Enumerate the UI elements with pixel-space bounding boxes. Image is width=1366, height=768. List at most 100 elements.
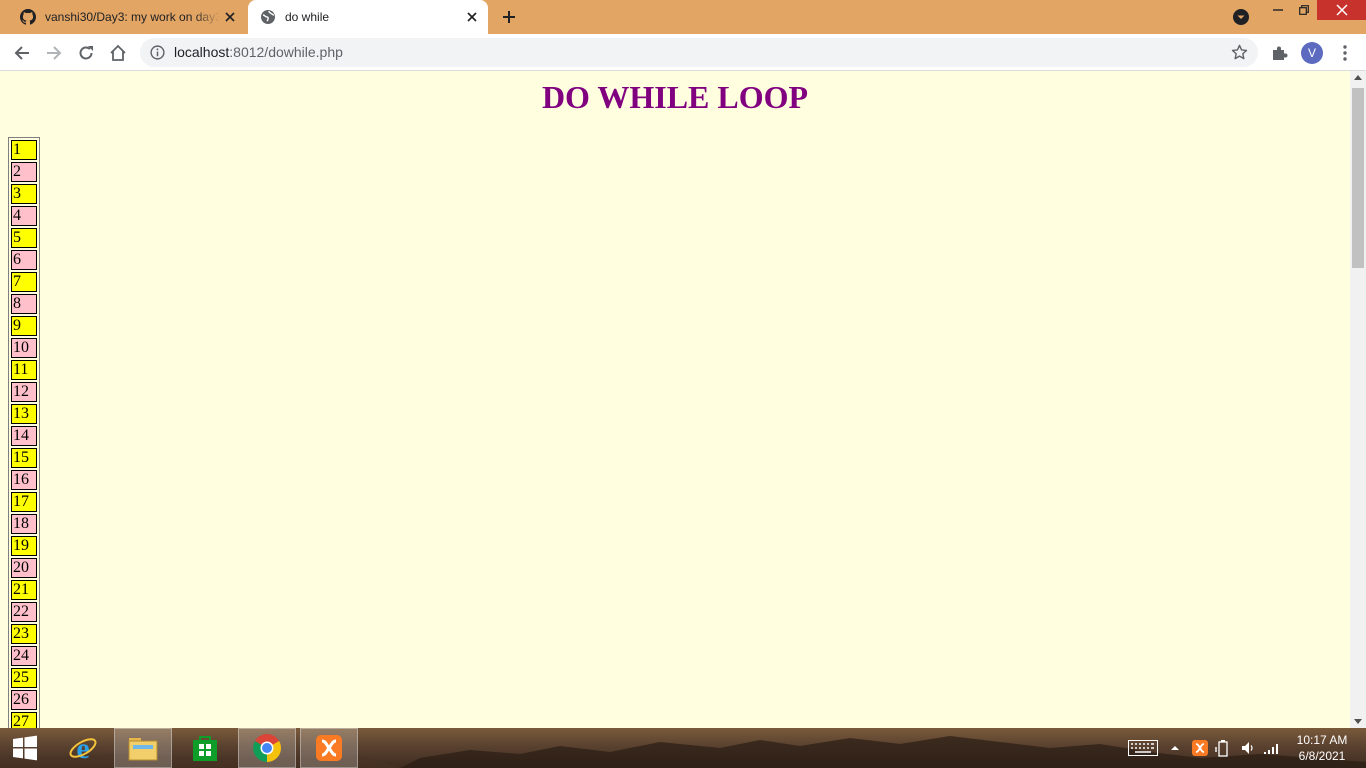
vertical-scrollbar[interactable] (1350, 71, 1366, 728)
close-icon (1335, 4, 1348, 16)
keyboard-icon[interactable] (1127, 738, 1159, 758)
table-row: 18 (11, 514, 37, 534)
xampp-icon[interactable] (1190, 738, 1210, 758)
xampp-icon (316, 735, 342, 761)
forward-button[interactable] (42, 41, 66, 65)
close-icon[interactable] (220, 7, 240, 27)
tab-github[interactable]: vanshi30/Day3: my work on day3 (8, 0, 246, 34)
folder-icon (128, 738, 158, 761)
store-button[interactable] (176, 728, 234, 768)
clock-time: 10:17 AM (1296, 733, 1348, 747)
tab-search-button[interactable] (1232, 8, 1250, 26)
home-icon (110, 44, 126, 61)
table-row: 5 (11, 228, 37, 248)
number-cell: 5 (11, 228, 37, 248)
number-cell: 8 (11, 294, 37, 314)
number-cell: 2 (11, 162, 37, 182)
table-row: 8 (11, 294, 37, 314)
table-row: 6 (11, 250, 37, 270)
table-row: 16 (11, 470, 37, 490)
clock-date: 6/8/2021 (1298, 749, 1346, 763)
restore-icon (1299, 5, 1309, 15)
number-cell: 17 (11, 492, 37, 512)
number-cell: 10 (11, 338, 37, 358)
more-vertical-icon (1343, 45, 1347, 61)
new-tab-button[interactable] (498, 7, 520, 27)
number-cell: 14 (11, 426, 37, 446)
table-row: 17 (11, 492, 37, 512)
star-icon[interactable] (1231, 44, 1248, 61)
chrome-button[interactable] (238, 728, 296, 768)
tab-do-while[interactable]: do while (248, 0, 488, 34)
globe-icon (261, 10, 275, 24)
scroll-up-arrow-icon[interactable] (1354, 75, 1362, 80)
close-window-button[interactable] (1317, 0, 1366, 20)
table-row: 25 (11, 668, 37, 688)
minimize-icon (1273, 9, 1283, 11)
arrow-left-icon (14, 46, 29, 60)
page-title: DO WHILE LOOP (541, 79, 809, 115)
avatar[interactable]: V (1301, 42, 1323, 64)
volume-icon[interactable] (1240, 738, 1256, 758)
number-cell: 21 (11, 580, 37, 600)
reload-button[interactable] (74, 41, 98, 65)
table-row: 20 (11, 558, 37, 578)
plus-icon (503, 11, 515, 23)
number-cell: 18 (11, 514, 37, 534)
svg-text:e: e (76, 733, 89, 763)
table-row: 9 (11, 316, 37, 336)
windows-icon (13, 735, 37, 761)
table-row: 3 (11, 184, 37, 204)
battery-icon[interactable] (1214, 738, 1230, 758)
arrow-right-icon (47, 46, 62, 60)
clock[interactable]: 10:17 AM 6/8/2021 (1290, 732, 1354, 764)
internet-explorer-icon: e (69, 733, 97, 763)
scroll-down-arrow-icon[interactable] (1354, 719, 1362, 724)
browser-toolbar: localhost:8012/dowhile.php V (0, 34, 1366, 71)
table-row: 24 (11, 646, 37, 666)
table-row: 10 (11, 338, 37, 358)
number-cell: 23 (11, 624, 37, 644)
url-text[interactable]: localhost:8012/dowhile.php (174, 44, 343, 60)
number-cell: 15 (11, 448, 37, 468)
table-row: 26 (11, 690, 37, 710)
table-row: 23 (11, 624, 37, 644)
tab-title: vanshi30/Day3: my work on day3 (45, 10, 220, 24)
table-row: 7 (11, 272, 37, 292)
menu-button[interactable] (1333, 41, 1357, 65)
xampp-button[interactable] (300, 728, 358, 768)
close-icon[interactable] (462, 7, 482, 27)
number-cell: 19 (11, 536, 37, 556)
back-button[interactable] (10, 41, 34, 65)
number-cell: 11 (11, 360, 37, 380)
file-explorer-button[interactable] (114, 728, 172, 768)
number-cell: 9 (11, 316, 37, 336)
number-cell: 6 (11, 250, 37, 270)
url-host: localhost (174, 44, 230, 60)
chrome-icon (253, 734, 281, 762)
scrollbar-thumb[interactable] (1352, 88, 1364, 268)
address-bar[interactable]: localhost:8012/dowhile.php (140, 38, 1258, 67)
table-row: 14 (11, 426, 37, 446)
number-cell: 22 (11, 602, 37, 622)
table-row: 22 (11, 602, 37, 622)
start-button[interactable] (4, 728, 46, 768)
tab-title: do while (285, 10, 330, 24)
extensions-button[interactable] (1268, 41, 1292, 65)
signal-icon[interactable] (1262, 738, 1282, 758)
table-row: 21 (11, 580, 37, 600)
chevron-up-icon[interactable] (1168, 738, 1182, 758)
home-button[interactable] (106, 41, 130, 65)
minimize-button[interactable] (1265, 0, 1291, 20)
table-row: 12 (11, 382, 37, 402)
number-table: 1 2 3 4 5 6 7 8 9 10 11 12 13 14 15 16 17 18 19 20 21 22 23 24 2… (8, 137, 40, 728)
restore-button[interactable] (1291, 0, 1317, 20)
number-cell: 12 (11, 382, 37, 402)
table-row: 1 (11, 140, 37, 160)
info-icon[interactable] (150, 45, 165, 60)
tab-strip: vanshi30/Day3: my work on day3 do while (0, 0, 1366, 34)
github-icon (20, 9, 36, 25)
number-cell: 16 (11, 470, 37, 490)
internet-explorer-button[interactable]: e (54, 728, 112, 768)
url-path: :8012/dowhile.php (229, 44, 343, 60)
